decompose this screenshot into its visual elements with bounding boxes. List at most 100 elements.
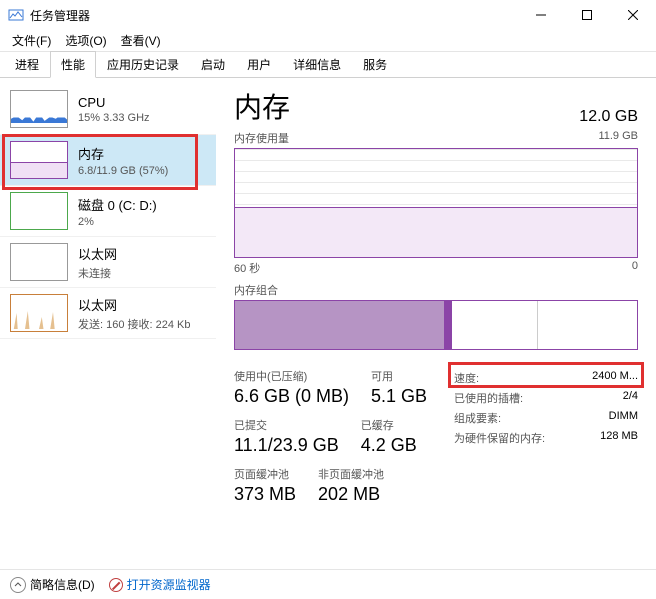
memory-usage-graph[interactable] <box>234 148 638 258</box>
info-slots: 已使用的插槽: 2/4 <box>454 388 638 408</box>
stat-label: 可用 <box>371 368 427 384</box>
graph-time-left: 60 秒 <box>234 260 260 276</box>
stat-label: 非页面缓冲池 <box>318 466 384 482</box>
sidebar-text: 磁盘 0 (C: D:) 2% <box>78 195 157 228</box>
graph-fill <box>235 207 637 257</box>
sidebar-item-sub: 发送: 160 接收: 224 Kb <box>78 316 191 332</box>
footer: 简略信息(D) 打开资源监视器 <box>0 569 656 599</box>
info-key: 为硬件保留的内存: <box>454 430 545 446</box>
info-form: 组成要素: DIMM <box>454 408 638 428</box>
sidebar-item-cpu[interactable]: CPU 15% 3.33 GHz <box>0 84 216 135</box>
tab-users[interactable]: 用户 <box>236 51 282 78</box>
tab-performance[interactable]: 性能 <box>50 51 96 78</box>
composition-in-use <box>235 301 444 349</box>
stat-label: 使用中(已压缩) <box>234 368 349 384</box>
sidebar-text: 以太网 发送: 160 接收: 224 Kb <box>78 295 191 332</box>
sidebar-item-sub: 15% 3.33 GHz <box>78 112 150 124</box>
disk-thumbnail <box>10 192 68 230</box>
stats-left: 使用中(已压缩) 6.6 GB (0 MB) 可用 5.1 GB 已提交 11.… <box>234 368 454 515</box>
menu-options[interactable]: 选项(O) <box>59 30 112 51</box>
content: CPU 15% 3.33 GHz 内存 6.8/11.9 GB (57%) 磁盘… <box>0 78 656 568</box>
resource-monitor-icon <box>109 578 123 592</box>
sidebar-item-ethernet-1[interactable]: 以太网 未连接 <box>0 237 216 288</box>
chevron-up-icon <box>10 577 26 593</box>
stat-nonpaged: 非页面缓冲池 202 MB <box>318 466 384 505</box>
stat-value: 5.1 GB <box>371 386 427 407</box>
stat-value: 11.1/23.9 GB <box>234 435 339 456</box>
sidebar-text: 以太网 未连接 <box>78 244 117 281</box>
sidebar-item-title: 以太网 <box>78 295 191 314</box>
minimize-button[interactable] <box>518 0 564 30</box>
tab-details[interactable]: 详细信息 <box>282 51 352 78</box>
stat-available: 可用 5.1 GB <box>371 368 427 407</box>
menu-view[interactable]: 查看(V) <box>115 30 167 51</box>
stat-value: 373 MB <box>234 484 296 505</box>
stat-label: 已缓存 <box>361 417 417 433</box>
titlebar: 任务管理器 <box>0 0 656 30</box>
info-key: 速度: <box>454 370 479 386</box>
info-value: 2/4 <box>623 390 638 406</box>
composition-label: 内存组合 <box>234 282 278 298</box>
main-panel: 内存 12.0 GB 内存使用量 11.9 GB 60 秒 0 内存组合 <box>216 78 656 568</box>
main-header: 内存 12.0 GB <box>234 86 638 126</box>
sidebar-item-memory[interactable]: 内存 6.8/11.9 GB (57%) <box>0 135 216 186</box>
memory-thumbnail <box>10 141 68 179</box>
usage-graph-label: 内存使用量 <box>234 130 289 146</box>
sidebar-item-title: 内存 <box>78 144 168 163</box>
sidebar-item-ethernet-2[interactable]: 以太网 发送: 160 接收: 224 Kb <box>0 288 216 339</box>
stat-row: 页面缓冲池 373 MB 非页面缓冲池 202 MB <box>234 466 454 515</box>
resource-monitor-label: 打开资源监视器 <box>127 576 211 593</box>
stat-row: 已提交 11.1/23.9 GB 已缓存 4.2 GB <box>234 417 454 466</box>
fewer-details-button[interactable]: 简略信息(D) <box>10 576 95 593</box>
sidebar-text: 内存 6.8/11.9 GB (57%) <box>78 144 168 177</box>
tab-services[interactable]: 服务 <box>352 51 398 78</box>
ethernet-thumbnail <box>10 294 68 332</box>
sidebar-item-title: 磁盘 0 (C: D:) <box>78 195 157 214</box>
memory-composition-graph[interactable] <box>234 300 638 350</box>
close-button[interactable] <box>610 0 656 30</box>
stat-value: 202 MB <box>318 484 384 505</box>
graph-label-row: 内存使用量 11.9 GB <box>234 130 638 146</box>
window-controls <box>518 0 656 30</box>
graph-time-right: 0 <box>632 260 638 276</box>
fewer-details-label: 简略信息(D) <box>30 576 95 593</box>
stat-value: 4.2 GB <box>361 435 417 456</box>
memory-capacity: 12.0 GB <box>579 108 638 126</box>
info-key: 组成要素: <box>454 410 501 426</box>
menu-file[interactable]: 文件(F) <box>6 30 57 51</box>
graph-footer: 60 秒 0 <box>234 260 638 276</box>
info-key: 已使用的插槽: <box>454 390 523 406</box>
sidebar-item-sub: 2% <box>78 216 157 228</box>
info-reserved: 为硬件保留的内存: 128 MB <box>454 428 638 448</box>
composition-label-row: 内存组合 <box>234 282 638 298</box>
stat-label: 已提交 <box>234 417 339 433</box>
sidebar-item-title: CPU <box>78 95 150 110</box>
stats: 使用中(已压缩) 6.6 GB (0 MB) 可用 5.1 GB 已提交 11.… <box>234 368 638 515</box>
stat-cached: 已缓存 4.2 GB <box>361 417 417 456</box>
sidebar-item-sub: 6.8/11.9 GB (57%) <box>78 165 168 177</box>
stat-row: 使用中(已压缩) 6.6 GB (0 MB) 可用 5.1 GB <box>234 368 454 417</box>
info-value: 2400 M... <box>592 370 638 386</box>
info-value: DIMM <box>609 410 638 426</box>
tab-processes[interactable]: 进程 <box>4 51 50 78</box>
sidebar-item-disk[interactable]: 磁盘 0 (C: D:) 2% <box>0 186 216 237</box>
stat-paged: 页面缓冲池 373 MB <box>234 466 296 505</box>
composition-divider <box>537 301 538 349</box>
cpu-thumbnail <box>10 90 68 128</box>
ethernet-thumbnail <box>10 243 68 281</box>
usage-graph-max: 11.9 GB <box>598 130 638 146</box>
stat-in-use: 使用中(已压缩) 6.6 GB (0 MB) <box>234 368 349 407</box>
maximize-button[interactable] <box>564 0 610 30</box>
stat-label: 页面缓冲池 <box>234 466 296 482</box>
menubar: 文件(F) 选项(O) 查看(V) <box>0 30 656 52</box>
page-title: 内存 <box>234 86 290 126</box>
info-speed: 速度: 2400 M... <box>454 368 638 388</box>
composition-modified <box>444 301 452 349</box>
stat-value: 6.6 GB (0 MB) <box>234 386 349 407</box>
tab-startup[interactable]: 启动 <box>190 51 236 78</box>
tab-app-history[interactable]: 应用历史记录 <box>96 51 190 78</box>
window-title: 任务管理器 <box>30 7 518 24</box>
resource-monitor-button[interactable]: 打开资源监视器 <box>109 576 211 593</box>
tabs: 进程 性能 应用历史记录 启动 用户 详细信息 服务 <box>0 52 656 78</box>
sidebar: CPU 15% 3.33 GHz 内存 6.8/11.9 GB (57%) 磁盘… <box>0 78 216 568</box>
